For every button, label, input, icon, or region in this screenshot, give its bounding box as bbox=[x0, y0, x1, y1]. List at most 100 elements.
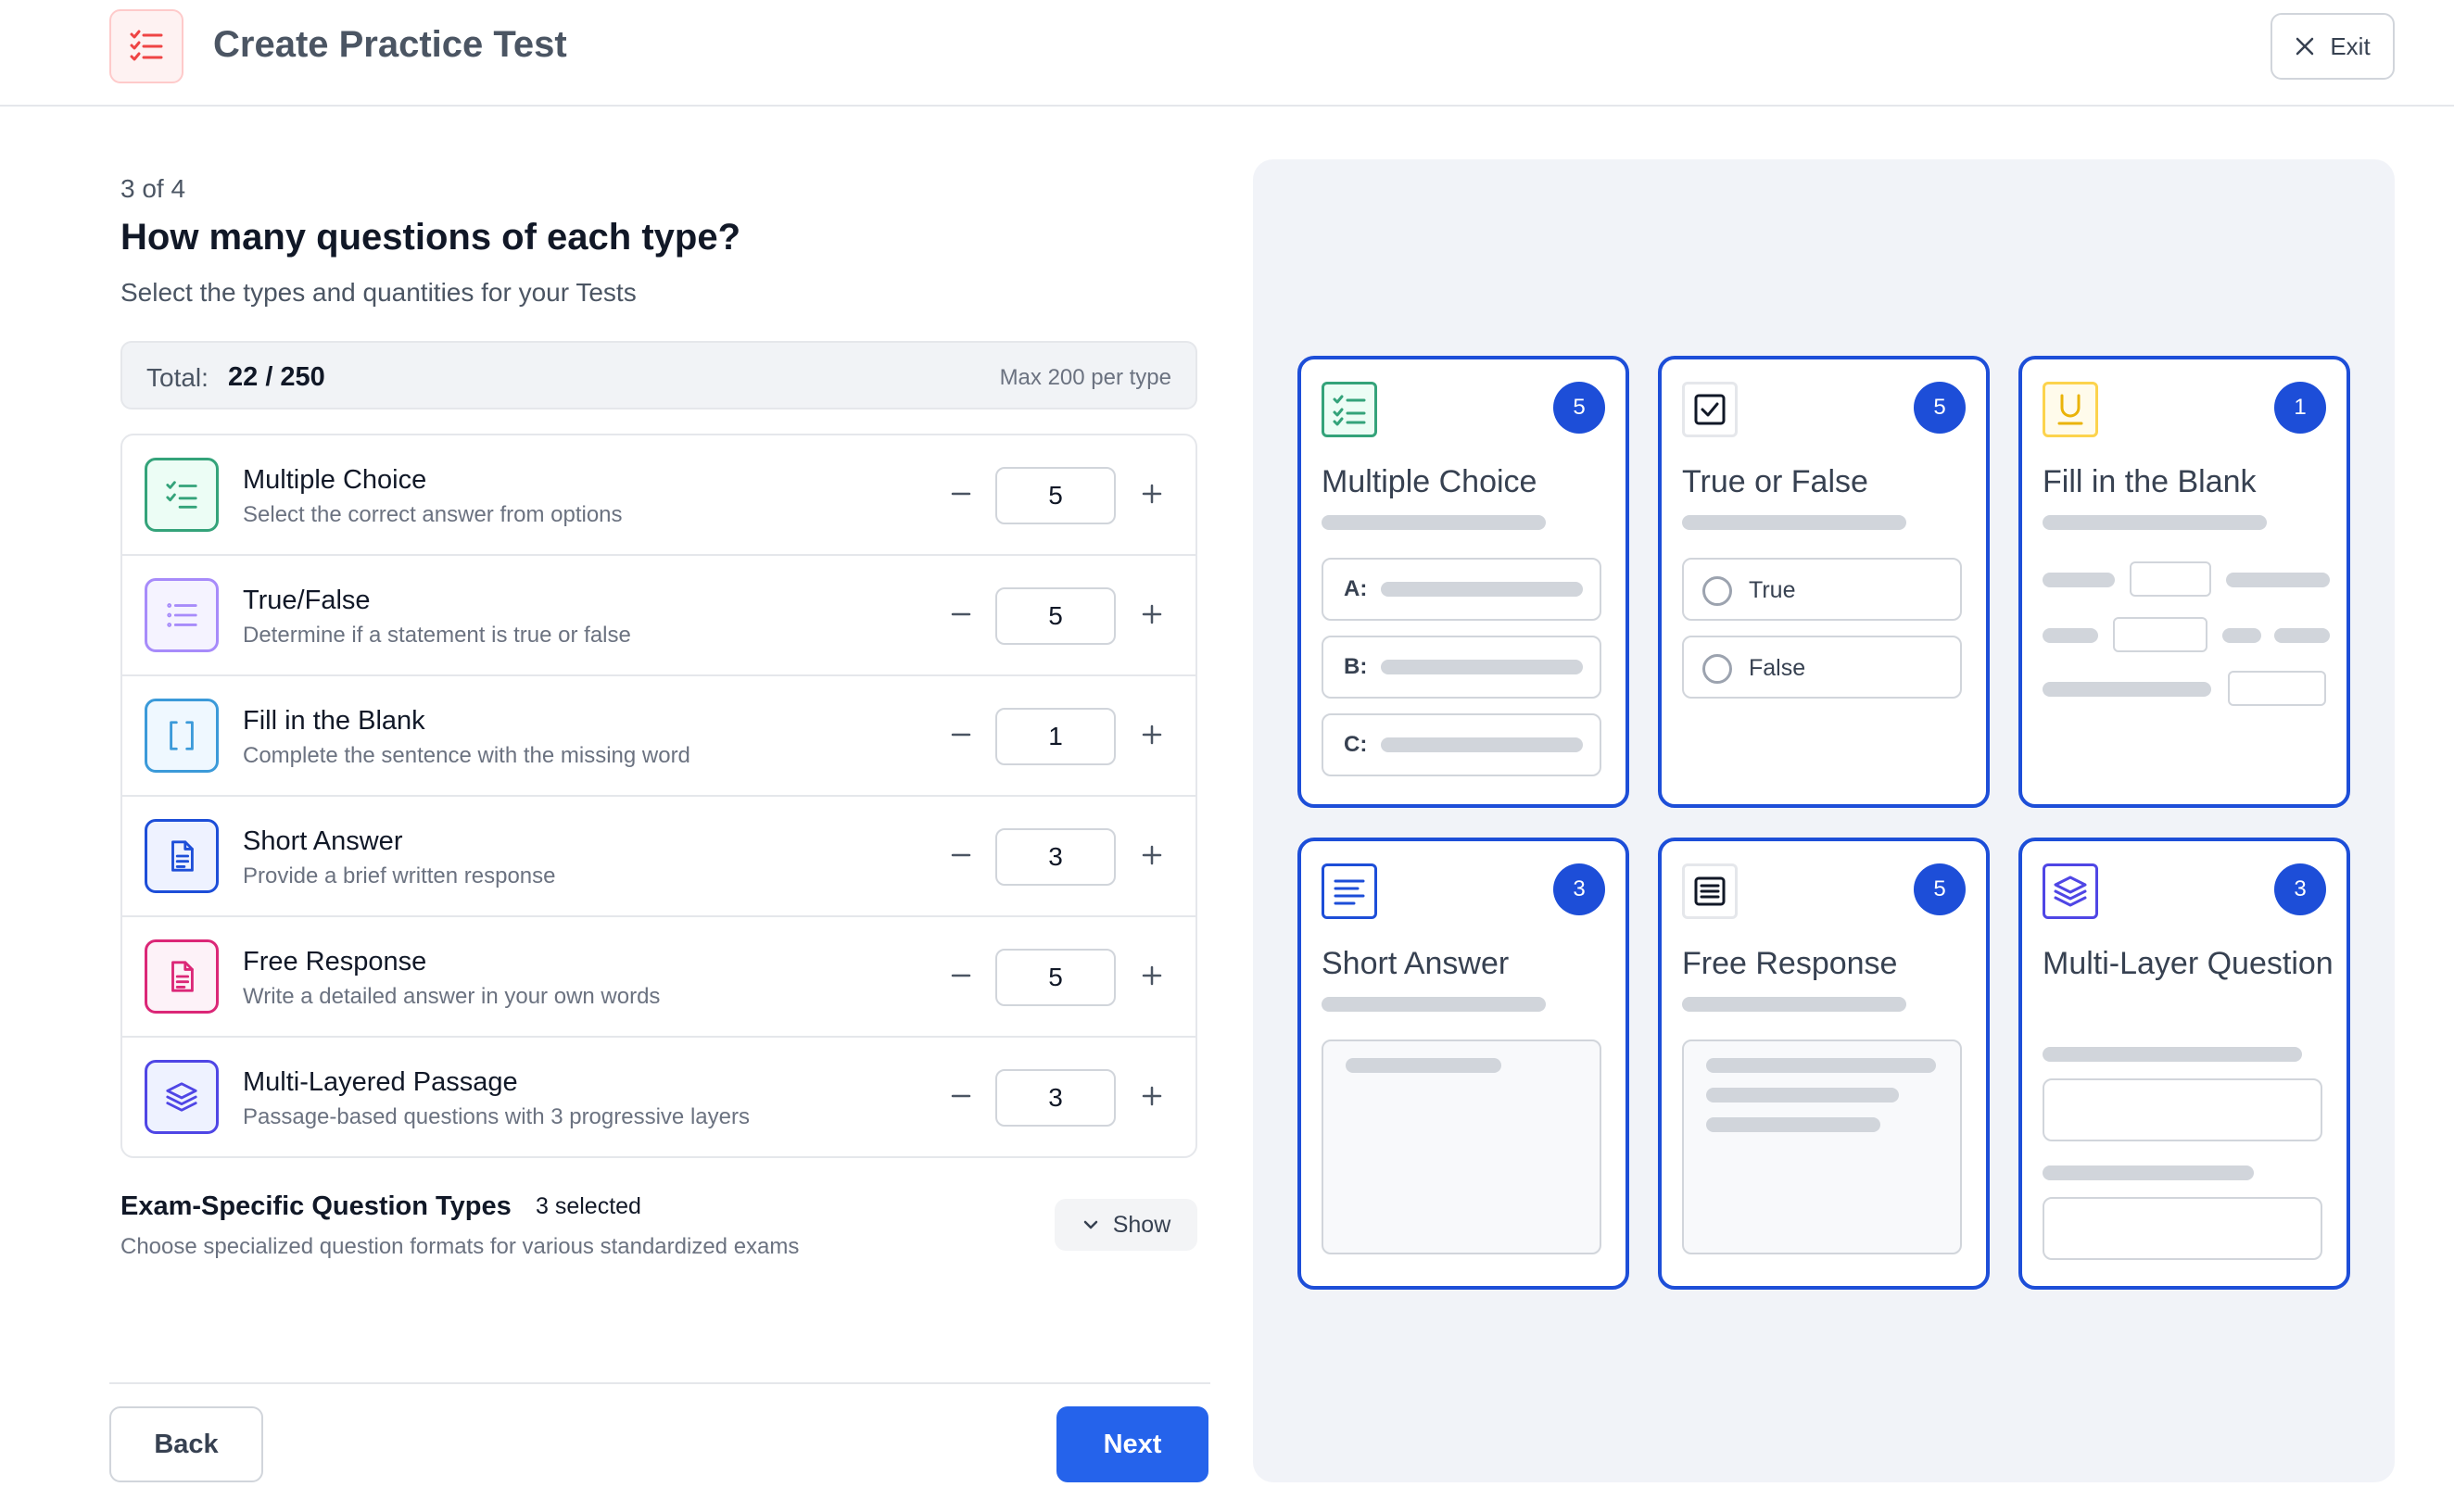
decrement-button[interactable] bbox=[936, 469, 986, 519]
decrement-button[interactable] bbox=[936, 710, 986, 760]
count-badge: 1 bbox=[2274, 382, 2326, 434]
quantity-input[interactable] bbox=[995, 708, 1116, 765]
preview-card-multi-layer: 3 Multi-Layer Question bbox=[2018, 838, 2350, 1290]
exam-types-title: Exam-Specific Question Types bbox=[120, 1191, 512, 1221]
checklist-icon bbox=[109, 9, 183, 83]
option-label: True bbox=[1749, 577, 1796, 603]
step-title: How many questions of each type? bbox=[120, 217, 741, 258]
exit-button[interactable]: Exit bbox=[2271, 13, 2395, 80]
plus-icon bbox=[1142, 604, 1162, 624]
placeholder-bar bbox=[1706, 1117, 1880, 1132]
decrement-button[interactable] bbox=[936, 830, 986, 880]
radio-circle bbox=[1702, 576, 1732, 606]
type-description: Passage-based questions with 3 progressi… bbox=[243, 1104, 750, 1129]
list-icon bbox=[145, 578, 219, 652]
type-name: True/False bbox=[243, 586, 371, 615]
card-title: True or False bbox=[1682, 464, 1868, 499]
blank-box bbox=[2228, 671, 2326, 706]
max-per-type-note: Max 200 per type bbox=[999, 365, 1171, 390]
minus-icon bbox=[951, 733, 971, 737]
question-type-row: Multiple Choice Select the correct answe… bbox=[122, 435, 1195, 556]
question-type-list: Multiple Choice Select the correct answe… bbox=[120, 434, 1197, 1158]
count-badge: 3 bbox=[2274, 863, 2326, 915]
checklist-icon bbox=[1322, 382, 1377, 437]
count-badge: 5 bbox=[1914, 863, 1966, 915]
footer-divider bbox=[109, 1382, 1210, 1384]
document-icon bbox=[145, 939, 219, 1014]
preview-card-fill-blank: 1 Fill in the Blank bbox=[2018, 356, 2350, 808]
card-title: Multi-Layer Question bbox=[2043, 946, 2334, 981]
plus-icon bbox=[1142, 484, 1162, 504]
radio-circle bbox=[1702, 654, 1732, 684]
option-box: A: bbox=[1322, 558, 1601, 621]
plus-icon bbox=[1142, 845, 1162, 865]
decrement-button[interactable] bbox=[936, 951, 986, 1001]
question-type-row: Fill in the Blank Complete the sentence … bbox=[122, 676, 1195, 797]
type-name: Fill in the Blank bbox=[243, 706, 425, 736]
increment-button[interactable] bbox=[1127, 710, 1177, 760]
placeholder-bar bbox=[2226, 573, 2330, 587]
increment-button[interactable] bbox=[1127, 830, 1177, 880]
app-header: Create Practice Test Exit bbox=[0, 0, 2454, 107]
show-exam-types-button[interactable]: Show bbox=[1055, 1199, 1197, 1251]
increment-button[interactable] bbox=[1127, 951, 1177, 1001]
option-box: B: bbox=[1322, 636, 1601, 699]
paragraph-icon bbox=[1682, 863, 1738, 919]
card-title: Multiple Choice bbox=[1322, 464, 1537, 499]
placeholder-bar bbox=[1682, 515, 1906, 530]
answer-area bbox=[1322, 1040, 1601, 1254]
placeholder-bar bbox=[2043, 573, 2115, 587]
chevron-down-icon bbox=[1083, 1220, 1097, 1229]
minus-icon bbox=[951, 1094, 971, 1098]
count-badge: 5 bbox=[1553, 382, 1605, 434]
type-name: Multiple Choice bbox=[243, 465, 427, 495]
placeholder-bar bbox=[1381, 660, 1583, 674]
preview-panel: 5 Multiple Choice A: B: C: 5 True or Fal… bbox=[1253, 159, 2395, 1482]
decrement-button[interactable] bbox=[936, 1071, 986, 1121]
minus-icon bbox=[951, 853, 971, 857]
question-type-row: Free Response Write a detailed answer in… bbox=[122, 917, 1195, 1038]
quantity-input[interactable] bbox=[995, 1069, 1116, 1127]
increment-button[interactable] bbox=[1127, 1071, 1177, 1121]
back-button[interactable]: Back bbox=[109, 1406, 263, 1482]
type-name: Short Answer bbox=[243, 826, 403, 856]
card-title: Short Answer bbox=[1322, 946, 1510, 981]
quantity-input[interactable] bbox=[995, 587, 1116, 645]
blank-box bbox=[2130, 561, 2211, 597]
option-label: False bbox=[1749, 655, 1806, 681]
placeholder-bar bbox=[2043, 1166, 2254, 1180]
option-box: True bbox=[1682, 558, 1962, 621]
placeholder-bar bbox=[2043, 1047, 2302, 1062]
option-label: C: bbox=[1344, 732, 1368, 757]
decrement-button[interactable] bbox=[936, 589, 986, 639]
layers-icon bbox=[145, 1060, 219, 1134]
next-button[interactable]: Next bbox=[1056, 1406, 1208, 1482]
placeholder-bar bbox=[1706, 1058, 1936, 1073]
minus-icon bbox=[951, 974, 971, 977]
type-description: Determine if a statement is true or fals… bbox=[243, 623, 631, 648]
increment-button[interactable] bbox=[1127, 469, 1177, 519]
quantity-input[interactable] bbox=[995, 949, 1116, 1006]
preview-card-short-answer: 3 Short Answer bbox=[1297, 838, 1629, 1290]
quantity-input[interactable] bbox=[995, 828, 1116, 886]
preview-card-multiple-choice: 5 Multiple Choice A: B: C: bbox=[1297, 356, 1629, 808]
placeholder-bar bbox=[1381, 582, 1583, 597]
plus-icon bbox=[1142, 724, 1162, 745]
question-type-row: True/False Determine if a statement is t… bbox=[122, 556, 1195, 676]
answer-area bbox=[1682, 1040, 1962, 1254]
placeholder-bar bbox=[2222, 628, 2261, 643]
layers-icon bbox=[2043, 863, 2098, 919]
preview-card-true-false: 5 True or False True False bbox=[1658, 356, 1990, 808]
exit-label: Exit bbox=[2330, 32, 2371, 60]
minus-icon bbox=[951, 492, 971, 496]
preview-card-free-response: 5 Free Response bbox=[1658, 838, 1990, 1290]
quantity-input[interactable] bbox=[995, 467, 1116, 524]
placeholder-bar bbox=[1682, 997, 1906, 1012]
increment-button[interactable] bbox=[1127, 589, 1177, 639]
underline-icon bbox=[2043, 382, 2098, 437]
step-subtitle: Select the types and quantities for your… bbox=[120, 278, 637, 307]
exam-types-description: Choose specialized question formats for … bbox=[120, 1234, 800, 1259]
placeholder-bar bbox=[1346, 1058, 1501, 1073]
option-box: False bbox=[1682, 636, 1962, 699]
document-icon bbox=[145, 819, 219, 893]
